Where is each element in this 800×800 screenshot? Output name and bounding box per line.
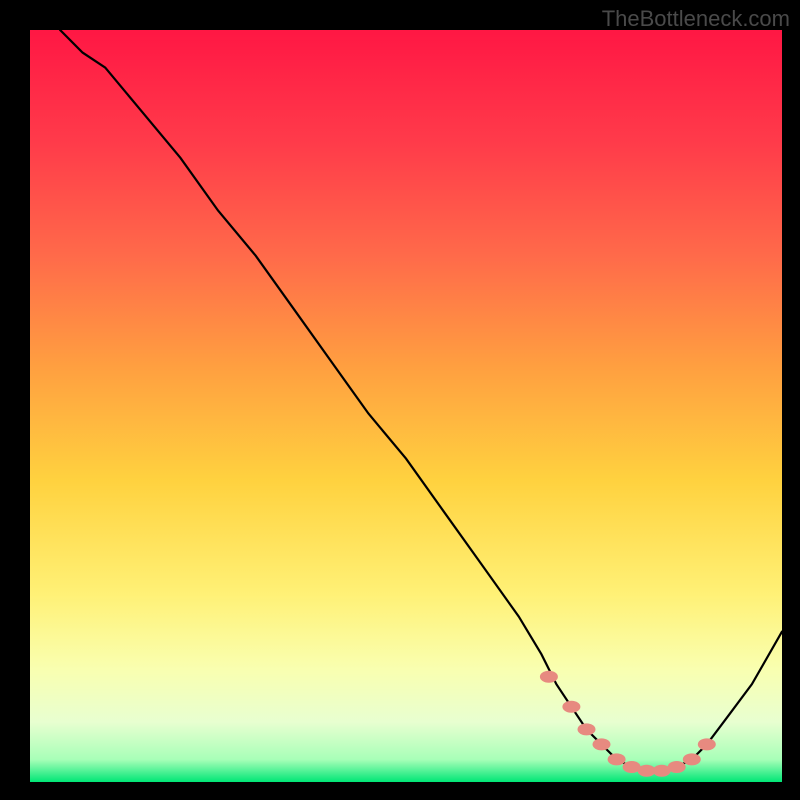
plot-frame — [30, 30, 782, 782]
marker-point — [540, 671, 558, 683]
marker-point — [562, 701, 580, 713]
marker-point — [668, 761, 686, 773]
marker-point — [578, 723, 596, 735]
optimal-range-markers — [540, 671, 716, 777]
marker-point — [698, 738, 716, 750]
watermark-text: TheBottleneck.com — [602, 6, 790, 32]
marker-point — [683, 753, 701, 765]
curve-layer — [30, 30, 782, 782]
bottleneck-curve — [60, 30, 782, 771]
marker-point — [608, 753, 626, 765]
marker-point — [593, 738, 611, 750]
